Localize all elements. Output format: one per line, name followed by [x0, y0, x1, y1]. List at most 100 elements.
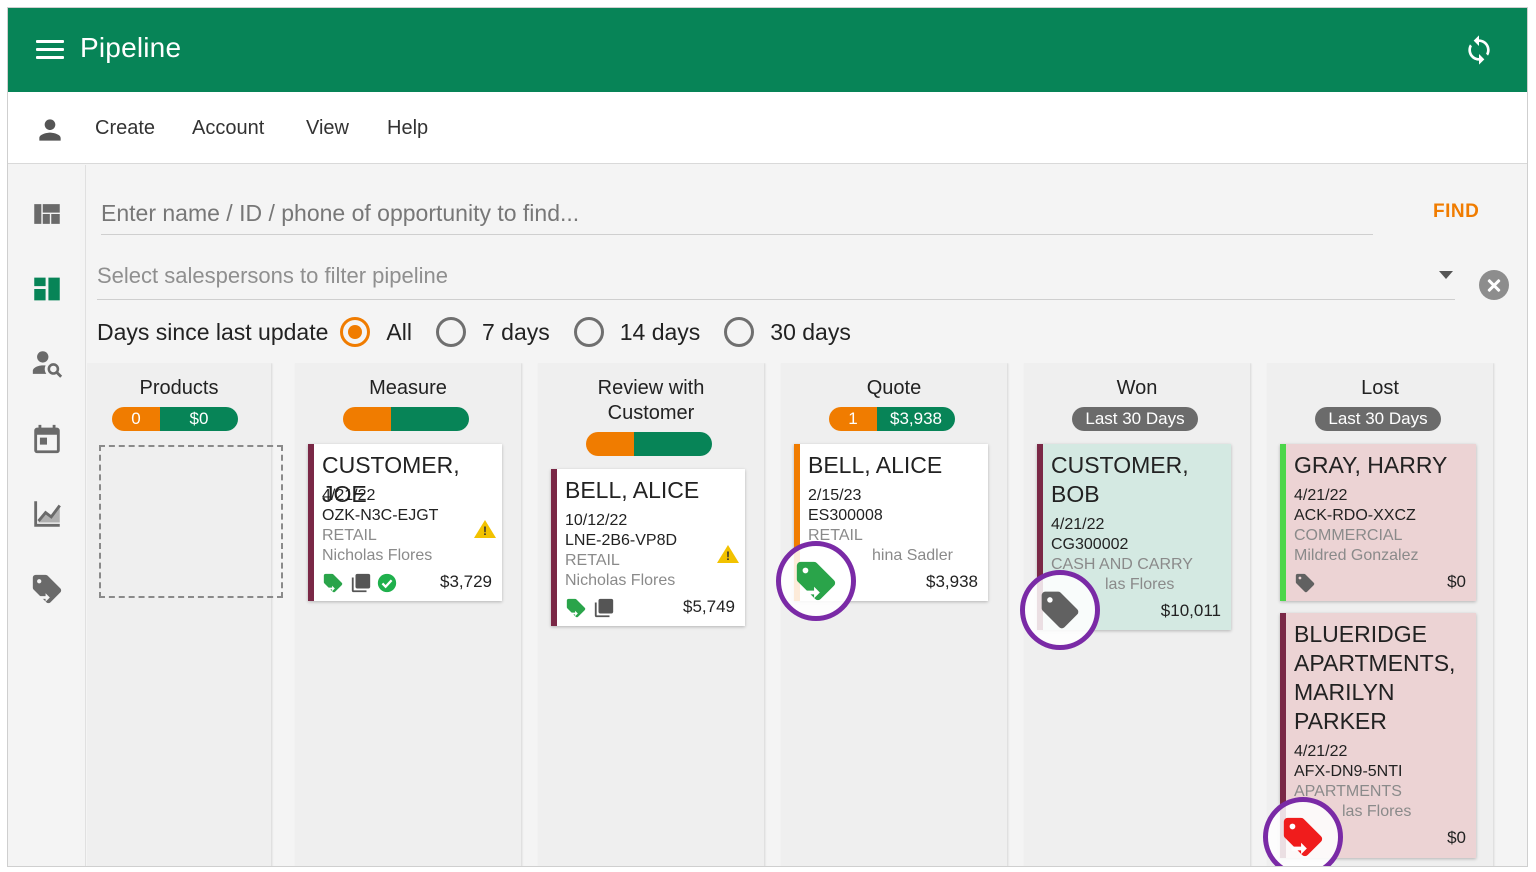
card-amount: $0 — [1447, 828, 1466, 847]
hamburger-menu-icon[interactable] — [36, 38, 64, 60]
highlight-circle — [1020, 570, 1100, 650]
tag-icon[interactable] — [1294, 572, 1316, 594]
card-amount: $0 — [1447, 572, 1466, 591]
column-stats — [586, 432, 712, 456]
card-name-line-3: MARILYN — [1294, 679, 1395, 705]
salesperson-select[interactable]: Select salespersons to filter pipeline — [97, 255, 1455, 300]
card-name: BELL, ALICE — [565, 477, 700, 503]
card-rep: Nicholas Flores — [322, 547, 433, 564]
menu-help[interactable]: Help — [387, 117, 428, 140]
column-won: Won Last 30 Days CUSTOMER, BOB 4/21/22 C… — [1020, 363, 1250, 866]
tag-return-icon[interactable] — [322, 572, 344, 594]
card-date: 4/21/22 — [322, 487, 376, 504]
refresh-icon[interactable] — [1463, 34, 1495, 66]
highlight-circle — [1263, 797, 1343, 866]
tag-return-icon[interactable] — [30, 572, 64, 606]
column-stats — [343, 407, 469, 431]
radio-30-days[interactable]: 30 days — [724, 317, 851, 347]
card-date: 4/21/22 — [1051, 516, 1105, 533]
card-id: CG300002 — [1051, 536, 1129, 553]
clear-filter-icon[interactable] — [1479, 270, 1509, 300]
card-rep: hina Sadler — [872, 547, 953, 564]
card-amount: $3,729 — [440, 572, 492, 591]
person-search-icon[interactable] — [30, 347, 64, 381]
chart-icon[interactable] — [30, 497, 64, 531]
card-name: BELL, ALICE — [808, 452, 943, 478]
column-measure: Measure CUSTOMER, JOE 4/21/22 OZK-N3C-EJ… — [295, 363, 521, 866]
card-date: 4/21/22 — [1294, 743, 1348, 760]
radio-14-days[interactable]: 14 days — [573, 317, 700, 347]
column-title: Products — [139, 377, 219, 399]
card-name: GRAY, HARRY — [1294, 452, 1448, 478]
card-type: RETAIL — [565, 552, 620, 569]
user-icon[interactable] — [34, 114, 66, 146]
card-id: AFX-DN9-5NTI — [1294, 763, 1403, 780]
column-stats: 1 $3,938 — [829, 407, 955, 431]
salesperson-select-placeholder: Select salespersons to filter pipeline — [97, 263, 448, 288]
card-id: ACK-RDO-XXCZ — [1294, 507, 1416, 524]
warning-icon: ! — [717, 545, 739, 563]
card-amount: $10,011 — [1160, 601, 1221, 620]
column-products: Products 0 $0 — [87, 363, 283, 866]
column-quote: Quote 1 $3,938 BELL, ALICE 2/15/23 ES300… — [776, 363, 1007, 866]
pipeline-board-icon[interactable] — [30, 272, 64, 306]
column-lost: Lost Last 30 Days GRAY, HARRY 4/21/22 AC… — [1263, 363, 1493, 866]
radio-7-days[interactable]: 7 days — [435, 317, 550, 347]
card-name-line-4: PARKER — [1294, 708, 1387, 734]
radio-all[interactable]: All — [340, 317, 412, 347]
drop-zone[interactable] — [99, 445, 283, 598]
period-badge: Last 30 Days — [1315, 407, 1441, 431]
opportunity-card[interactable]: GRAY, HARRY 4/21/22 ACK-RDO-XXCZ COMMERC… — [1280, 444, 1476, 601]
card-name-line-1: CUSTOMER, — [1051, 452, 1189, 478]
opportunity-card[interactable]: CUSTOMER, JOE 4/21/22 OZK-N3C-EJGT RETAI… — [308, 444, 502, 601]
card-name-line-2: BOB — [1051, 481, 1100, 507]
card-date: 4/21/22 — [1294, 487, 1348, 504]
highlight-circle — [776, 541, 856, 621]
calendar-icon[interactable] — [30, 422, 64, 456]
dashboard-icon[interactable] — [30, 197, 64, 231]
days-filter-label: Days since last update — [97, 318, 329, 345]
menu-bar: Create Account View Help — [8, 92, 1527, 164]
tag-return-icon[interactable] — [1280, 814, 1326, 860]
search-input[interactable]: Enter name / ID / phone of opportunity t… — [101, 189, 1373, 235]
find-button[interactable]: FIND — [1433, 201, 1479, 223]
card-amount: $5,749 — [683, 597, 735, 616]
card-name-line-2: APARTMENTS, — [1294, 650, 1456, 676]
period-badge: Last 30 Days — [1072, 407, 1198, 431]
card-date: 10/12/22 — [565, 512, 628, 529]
side-nav — [8, 165, 86, 866]
menu-account[interactable]: Account — [192, 117, 264, 140]
column-review-with-customer: Review with Customer BELL, ALICE 10/12/2… — [538, 363, 764, 866]
column-title: Review with Customer — [597, 377, 705, 424]
card-name-line-1: BLUERIDGE — [1294, 621, 1427, 647]
column-title: Measure — [369, 377, 447, 399]
days-filter: Days since last update All 7 days 14 day… — [97, 315, 851, 349]
card-rep: las Flores — [1342, 803, 1412, 820]
dropdown-arrow-icon[interactable] — [1439, 271, 1453, 279]
menu-view[interactable]: View — [306, 117, 349, 140]
app-window: Pipeline Create Account View Help Enter … — [7, 7, 1528, 867]
tag-return-icon[interactable] — [565, 597, 587, 619]
menu-create[interactable]: Create — [95, 117, 155, 140]
card-id: LNE-2B6-VP8D — [565, 532, 678, 549]
card-id: OZK-N3C-EJGT — [322, 507, 439, 524]
card-type: COMMERCIAL — [1294, 527, 1403, 544]
app-bar: Pipeline — [8, 8, 1527, 92]
pipeline-board: Products 0 $0 Measure CUSTOMER, JOE 4/21… — [87, 363, 1527, 866]
card-id: ES300008 — [808, 507, 883, 524]
opportunity-card[interactable]: BELL, ALICE 10/12/22 LNE-2B6-VP8D RETAIL… — [551, 469, 745, 626]
documents-icon[interactable] — [593, 597, 615, 619]
column-title: Quote — [866, 377, 922, 399]
tag-return-icon[interactable] — [793, 558, 839, 604]
tag-icon[interactable] — [1038, 588, 1082, 632]
column-title: Won — [1116, 377, 1158, 399]
card-type: RETAIL — [322, 527, 377, 544]
warning-icon: ! — [474, 520, 496, 538]
documents-icon[interactable] — [350, 572, 372, 594]
page-title: Pipeline — [80, 32, 182, 63]
column-stats: 0 $0 — [112, 407, 238, 431]
column-title: Lost — [1361, 377, 1399, 399]
card-amount: $3,938 — [926, 572, 978, 591]
card-date: 2/15/23 — [808, 487, 862, 504]
card-rep: Nicholas Flores — [565, 572, 676, 589]
